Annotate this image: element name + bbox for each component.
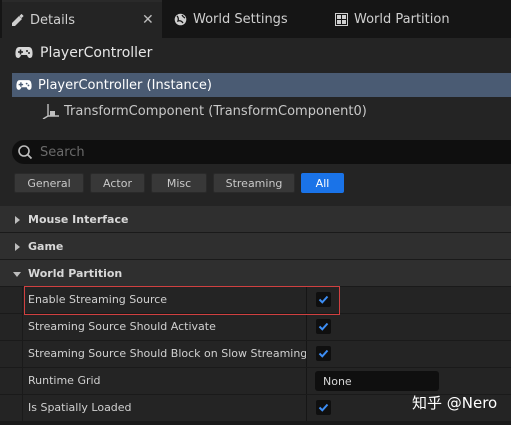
component-item-transform[interactable]: TransformComponent (TransformComponent0) — [42, 100, 367, 122]
property-row: Streaming Source Should Block on Slow St… — [0, 341, 511, 367]
category-mouse-interface[interactable]: Mouse Interface — [0, 206, 511, 232]
column-divider[interactable] — [306, 368, 307, 394]
search-input[interactable]: Search — [12, 140, 511, 164]
component-tree: PlayerController (Instance) TransformCom… — [0, 68, 511, 134]
category-label: Game — [28, 239, 64, 253]
tab-world-settings[interactable]: World Settings — [170, 0, 330, 38]
row-indent-line — [22, 314, 23, 340]
tab-details[interactable]: Details ✕ — [2, 0, 162, 38]
runtime-grid-field[interactable]: None — [315, 371, 439, 391]
watermark: 知乎 @Nero — [412, 394, 498, 412]
column-divider[interactable] — [306, 341, 307, 367]
filter-bar: General Actor Misc Streaming All — [0, 170, 511, 206]
block-on-slow-streaming-checkbox[interactable] — [316, 346, 331, 361]
category-label: World Partition — [28, 266, 123, 280]
details-icon — [10, 13, 24, 27]
chevron-right-icon — [12, 214, 22, 224]
chevron-down-icon — [12, 268, 22, 278]
component-label: TransformComponent (TransformComponent0) — [64, 103, 367, 119]
row-indent-line — [22, 287, 23, 313]
highlight-box — [24, 286, 340, 315]
transform-icon — [42, 103, 60, 120]
search-bar: Search — [0, 134, 511, 170]
search-placeholder: Search — [40, 144, 85, 160]
details-header: PlayerController — [0, 38, 511, 68]
category-game[interactable]: Game — [0, 233, 511, 259]
streaming-source-should-activate-checkbox[interactable] — [316, 319, 331, 334]
filter-general-button[interactable]: General — [14, 173, 84, 193]
filter-all-button[interactable]: All — [301, 173, 344, 193]
property-label: Streaming Source Should Block on Slow St… — [28, 347, 308, 360]
tab-label: Details — [30, 12, 76, 28]
property-label: Is Spatially Loaded — [28, 401, 132, 414]
gamepad-icon — [16, 79, 32, 91]
grid-icon — [334, 12, 348, 26]
component-item-playercontroller[interactable]: PlayerController (Instance) — [12, 73, 511, 97]
chevron-right-icon — [12, 241, 22, 251]
filter-misc-button[interactable]: Misc — [151, 173, 207, 193]
tab-bar: Details ✕ World Settings World Partition — [0, 0, 511, 38]
filter-actor-button[interactable]: Actor — [90, 173, 145, 193]
filter-streaming-button[interactable]: Streaming — [213, 173, 295, 193]
row-indent-line — [22, 341, 23, 367]
checkmark-icon — [318, 322, 329, 331]
page-title: PlayerController — [40, 45, 153, 61]
category-label: Mouse Interface — [28, 212, 129, 226]
category-world-partition[interactable]: World Partition — [0, 260, 511, 286]
tab-label: World Partition — [354, 11, 450, 27]
close-icon[interactable]: ✕ — [142, 12, 154, 28]
property-row: Runtime Grid None — [0, 368, 511, 394]
row-indent-line — [22, 368, 23, 394]
row-indent-line — [22, 395, 23, 421]
component-label: PlayerController (Instance) — [38, 77, 212, 93]
tab-label: World Settings — [193, 11, 288, 27]
globe-icon — [173, 12, 187, 26]
property-label: Runtime Grid — [28, 374, 101, 387]
is-spatially-loaded-checkbox[interactable] — [316, 400, 331, 415]
checkmark-icon — [318, 403, 329, 412]
property-label: Streaming Source Should Activate — [28, 320, 216, 333]
tab-world-partition[interactable]: World Partition — [332, 0, 502, 38]
column-divider[interactable] — [306, 314, 307, 340]
search-icon — [17, 144, 33, 160]
gamepad-icon — [15, 46, 33, 60]
checkmark-icon — [318, 349, 329, 358]
property-row: Streaming Source Should Activate — [0, 314, 511, 340]
column-divider[interactable] — [306, 395, 307, 421]
